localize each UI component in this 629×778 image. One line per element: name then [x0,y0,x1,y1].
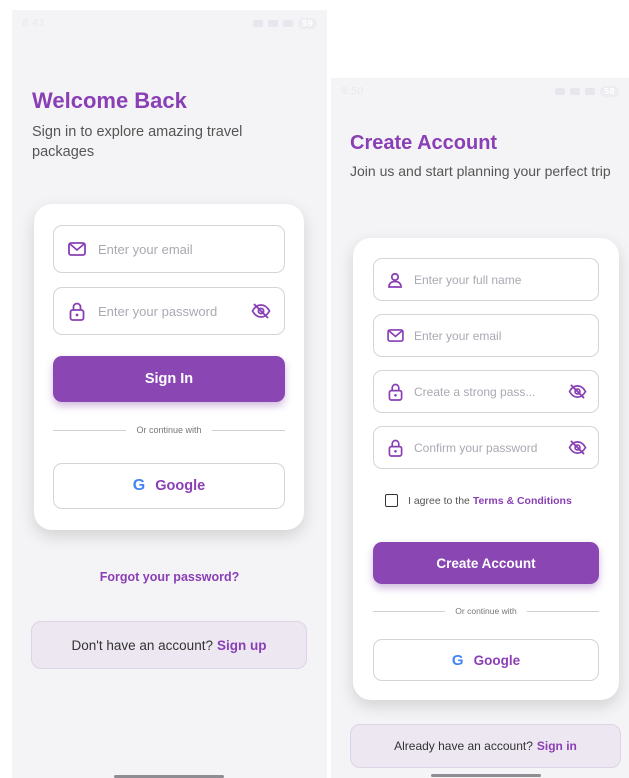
page-subtitle: Sign in to explore amazing travel packag… [32,124,243,161]
signin-prompt: Already have an account? Sign in [350,724,621,768]
battery-icon: 58 [599,85,619,97]
email-field[interactable]: Enter your email [373,314,599,357]
volume-icon [252,19,263,27]
eye-off-icon[interactable] [566,437,588,459]
google-button[interactable]: G Google [53,463,285,509]
wifi-icon [267,19,278,27]
divider-line [53,429,127,431]
google-button[interactable]: G Google [373,639,599,681]
google-button-label: Google [155,478,206,494]
status-time: 8:50 [341,85,364,97]
eye-off-icon[interactable] [250,300,272,322]
email-placeholder: Enter your email [98,241,193,257]
person-icon [384,269,406,291]
signup-link[interactable]: Sign up [217,638,267,653]
status-icons: 58 [554,85,619,97]
lock-icon [66,300,88,322]
status-bar: 8:43 59 [12,10,327,36]
google-logo-icon: G [451,651,464,669]
have-account-text: Already have an account? [394,739,533,753]
signup-prompt: Don't have an account? Sign up [31,621,307,669]
terms-link[interactable]: Terms & Conditions [473,495,572,507]
confirm-password-field[interactable]: Confirm your password [373,426,599,469]
divider-label: Or continue with [455,606,517,616]
wifi-icon [569,87,580,95]
mail-icon [66,238,88,260]
volume-icon [554,87,565,95]
lock-icon [384,381,406,403]
divider: Or continue with [53,425,285,435]
status-time: 8:43 [22,17,45,29]
divider-label: Or continue with [136,425,202,435]
terms-text: I agree to the Terms & Conditions [408,495,572,507]
status-bar: 8:50 58 [331,78,629,104]
google-button-label: Google [473,652,521,668]
divider-line [526,610,600,612]
terms-row: I agree to the Terms & Conditions [385,494,572,507]
signin-card: Enter your email Enter your password Sig… [34,204,304,530]
page-subtitle: Join us and start planning your perfect … [350,163,611,179]
divider-line [373,610,446,612]
email-placeholder: Enter your email [414,328,502,343]
mail-icon [384,325,406,347]
password-field[interactable]: Create a strong pass... [373,370,599,413]
signal-icon [584,87,595,95]
signup-card: Enter your full name Enter your email Cr… [353,238,619,700]
divider: Or continue with [373,606,600,616]
fullname-field[interactable]: Enter your full name [373,258,599,301]
page-title: Create Account [350,132,498,154]
signup-screen: 8:50 58 Create Account Join us and start… [331,78,629,778]
password-placeholder: Create a strong pass... [414,384,536,399]
status-icons: 59 [252,17,317,29]
forgot-password-link[interactable]: Forgot your password? [12,570,327,584]
password-placeholder: Enter your password [98,303,218,319]
signin-button[interactable]: Sign In [53,356,285,402]
fullname-placeholder: Enter your full name [414,272,522,287]
home-indicator[interactable] [431,774,541,777]
lock-icon [384,437,406,459]
password-field[interactable]: Enter your password [53,287,285,335]
no-account-text: Don't have an account? [71,637,213,653]
terms-checkbox[interactable] [385,494,398,507]
confirm-password-placeholder: Confirm your password [414,440,538,455]
signal-icon [282,19,293,27]
battery-icon: 59 [297,17,317,29]
create-account-button[interactable]: Create Account [373,542,599,584]
signin-link[interactable]: Sign in [537,739,577,753]
google-logo-icon: G [132,477,146,494]
divider-line [211,429,285,431]
page-title: Welcome Back [32,88,187,113]
eye-off-icon[interactable] [566,381,588,403]
agree-text: I agree to the [408,494,470,507]
email-field[interactable]: Enter your email [53,225,285,273]
signin-screen: 8:43 59 Welcome Back Sign in to explore … [12,10,327,778]
